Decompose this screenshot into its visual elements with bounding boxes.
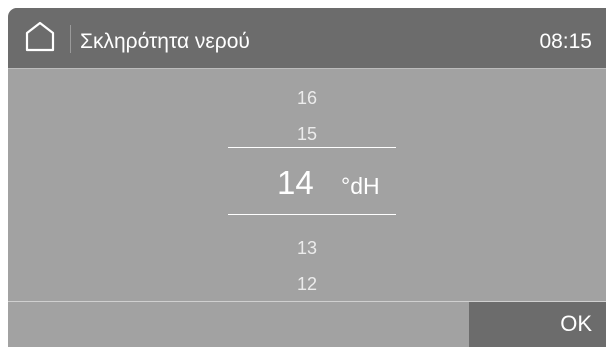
clock: 08:15 — [539, 30, 592, 53]
page-title: Σκληρότητα νερού — [80, 30, 250, 53]
picker-option[interactable]: 15 — [8, 125, 606, 143]
ok-button[interactable]: OK — [469, 302, 606, 347]
picker-option[interactable]: 16 — [8, 89, 606, 107]
ok-button-label: OK — [560, 311, 592, 336]
header-bar: Σκληρότητα νερού 08:15 — [8, 8, 606, 68]
picker-option[interactable]: 12 — [8, 275, 606, 293]
home-icon[interactable] — [23, 20, 57, 52]
water-hardness-picker[interactable]: 16 15 14 °dH 13 12 — [8, 69, 606, 301]
selection-line-top — [228, 147, 396, 148]
unit-label: °dH — [341, 173, 380, 199]
header-divider — [70, 25, 71, 53]
picker-option[interactable]: 13 — [8, 239, 606, 257]
selection-line-bottom — [228, 214, 396, 215]
display-screen: Σκληρότητα νερού 08:15 16 15 14 °dH 13 1… — [8, 8, 606, 347]
